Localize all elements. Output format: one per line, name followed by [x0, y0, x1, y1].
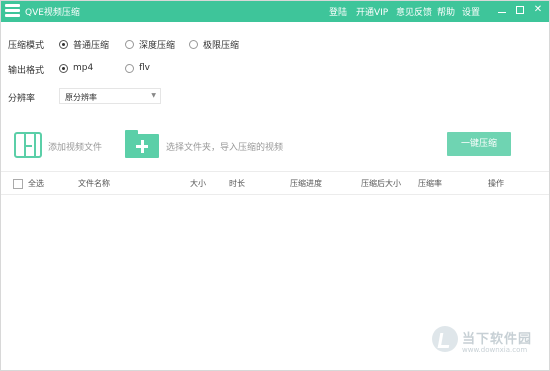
- table-header: 全选 文件名称 大小 时长 压缩进度 压缩后大小 压缩率 操作: [0, 171, 550, 195]
- radio-checked-icon: [59, 63, 68, 73]
- radio-label: flv: [139, 63, 150, 73]
- radio-label: 深度压缩: [139, 41, 176, 51]
- add-folder-button[interactable]: 选择文件夹，导入压缩的视频: [125, 130, 290, 160]
- select-all-checkbox[interactable]: [13, 179, 23, 189]
- menu-settings[interactable]: 设置: [462, 5, 480, 18]
- app-title: QVE视频压缩: [25, 8, 80, 18]
- column-size: 大小: [190, 179, 206, 188]
- select-all-label[interactable]: 全选: [28, 178, 44, 189]
- folder-add-icon: [125, 130, 159, 158]
- radio-format-mp4[interactable]: mp4: [59, 63, 93, 73]
- compress-button[interactable]: 一键压缩: [447, 132, 511, 156]
- radio-mode-normal[interactable]: 普通压缩: [59, 38, 109, 51]
- column-file-name: 文件名称: [78, 179, 110, 188]
- title-bar: QVE视频压缩 登陆 开通VIP 意见反馈 帮助 设置 ✕: [0, 0, 550, 22]
- radio-unchecked-icon: [125, 40, 134, 49]
- menu-login[interactable]: 登陆: [329, 5, 347, 18]
- radio-label: mp4: [73, 63, 94, 73]
- add-video-file-button[interactable]: 添加视频文件: [14, 132, 106, 158]
- column-duration: 时长: [229, 179, 245, 188]
- close-icon: ✕: [533, 4, 543, 15]
- chevron-down-icon: ▼: [151, 92, 156, 99]
- add-folder-label: 选择文件夹，导入压缩的视频: [166, 143, 284, 153]
- column-ratio: 压缩率: [418, 179, 442, 188]
- resolution-value: 原分辨率: [65, 93, 97, 102]
- radio-mode-deep[interactable]: 深度压缩: [125, 38, 175, 51]
- watermark-logo-icon: [432, 326, 458, 352]
- radio-label: 极限压缩: [203, 41, 240, 51]
- column-compressed-size: 压缩后大小: [361, 179, 401, 188]
- resolution-select[interactable]: 原分辨率 ▼: [59, 88, 161, 104]
- radio-unchecked-icon: [125, 63, 134, 73]
- app-logo-icon: [5, 4, 20, 17]
- maximize-icon: [516, 6, 524, 14]
- format-label: 输出格式: [8, 66, 45, 76]
- watermark-title: 当下软件园: [462, 332, 533, 347]
- mode-label: 压缩模式: [8, 41, 45, 51]
- minimize-icon: [498, 12, 506, 13]
- minimize-button[interactable]: [495, 3, 509, 17]
- watermark-url: www.downxia.com: [462, 346, 528, 354]
- column-progress: 压缩进度: [290, 179, 322, 188]
- menu-help[interactable]: 帮助: [437, 5, 455, 18]
- resolution-label: 分辨率: [8, 94, 36, 104]
- maximize-button[interactable]: [513, 3, 527, 17]
- radio-label: 普通压缩: [73, 41, 110, 51]
- radio-format-flv[interactable]: flv: [125, 63, 150, 73]
- radio-unchecked-icon: [189, 40, 198, 49]
- watermark: 当下软件园 www.downxia.com: [432, 324, 550, 364]
- close-button[interactable]: ✕: [531, 3, 545, 17]
- radio-checked-icon: [59, 40, 68, 49]
- film-icon: [14, 132, 42, 158]
- add-video-file-label: 添加视频文件: [48, 143, 103, 153]
- menu-feedback[interactable]: 意见反馈: [396, 5, 432, 18]
- radio-mode-extreme[interactable]: 极限压缩: [189, 38, 239, 51]
- column-actions: 操作: [488, 179, 504, 188]
- menu-vip[interactable]: 开通VIP: [356, 5, 388, 18]
